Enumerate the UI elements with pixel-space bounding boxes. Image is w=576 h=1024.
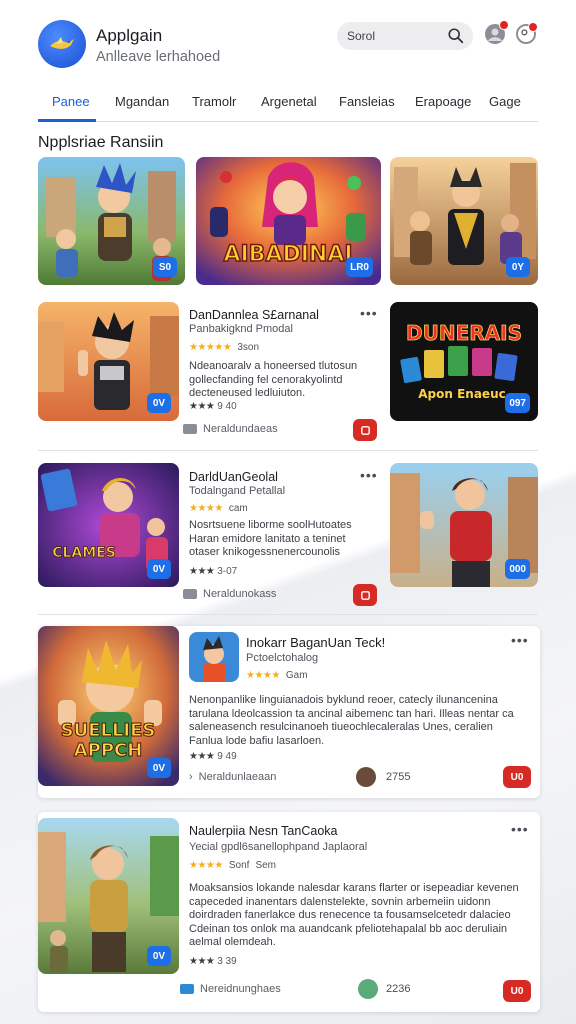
search-icon[interactable] [447, 27, 465, 45]
app-subtitle: Anlleave lerhahoed [96, 49, 221, 65]
app-title: Applgain [96, 26, 163, 45]
notification-badge [528, 22, 538, 32]
search-input[interactable] [347, 29, 443, 43]
settings-icon[interactable] [516, 22, 538, 44]
folder-icon [183, 424, 197, 434]
install-button[interactable]: U0 [503, 980, 531, 1002]
game-tag: S0 [153, 257, 177, 277]
category-tabs: Panee Mgandan Tramolr Argenetal Fansleia… [38, 88, 538, 122]
game-subtitle: Yecial gpdl6sanellophpand Japlaoral [189, 841, 368, 853]
game-title[interactable]: DanDannlea S£arnanal [189, 308, 319, 322]
game-tag: 000 [505, 559, 530, 579]
rating-meta: ★★★ 9 49 [189, 751, 237, 762]
app-logo[interactable] [38, 20, 86, 68]
rating-meta: ★★★ 3 39 [189, 956, 237, 967]
rating-stars: ★★★★ Gam [246, 670, 308, 681]
game-title[interactable]: Inokarr BaganUan Teck! [246, 635, 385, 650]
game-tag: LR0 [346, 257, 373, 277]
featured-game-thumbnail[interactable]: S0 [38, 157, 185, 285]
game-thumbnail[interactable]: SUELLIES APPCH 0V [38, 626, 179, 786]
tab-panee[interactable]: Panee [52, 94, 90, 109]
game-tag: 0Y [506, 257, 530, 277]
game-thumbnail[interactable]: DUNERAIS Apon Enaeuc 097 [390, 302, 538, 421]
rating-stars: ★★★★★ 3son [189, 342, 260, 353]
tab-fansleias[interactable]: Fansleias [339, 94, 395, 109]
game-description: Moaksansios lokande nalesdar karans flar… [189, 882, 519, 948]
chevron-right-icon: › [189, 771, 193, 783]
game-thumbnail[interactable]: 0V [38, 818, 179, 974]
app-header: Applgain Anlleave lerhahoed [0, 0, 576, 80]
player-count: 2755 [386, 771, 411, 783]
rating-stars: ★★★★ cam [189, 503, 248, 514]
featured-game-thumbnail[interactable]: 0Y [390, 157, 538, 285]
more-options-icon[interactable]: ••• [511, 821, 529, 837]
game-art-subtitle: Apon Enaeuc [418, 387, 505, 401]
user-avatar[interactable] [356, 767, 376, 787]
tab-argenetal[interactable]: Argenetal [261, 94, 317, 109]
game-thumbnail[interactable]: CLAMES 0V [38, 463, 179, 587]
developer-label: › Neraldunlaeaan [189, 771, 277, 783]
install-button[interactable]: U0 [503, 766, 531, 788]
game-subtitle: Pctoelctohalog [246, 652, 319, 664]
game-subtitle: Todalngand Petallal [189, 485, 286, 497]
game-icon[interactable] [189, 632, 239, 682]
download-icon [360, 425, 370, 435]
game-thumbnail[interactable]: 000 [390, 463, 538, 587]
developer-label: Neraldundaeas [183, 423, 278, 435]
tab-gage[interactable]: Gage [489, 94, 521, 109]
game-description: Ndeanoaralv a honeersed tlutosun gollecfa… [189, 360, 358, 399]
section-title: Npplsriae Ransiin [38, 134, 164, 151]
more-options-icon[interactable]: ••• [360, 305, 378, 321]
tab-mgandan[interactable]: Mgandan [115, 94, 169, 109]
game-subtitle: Panbakigknd Pmodal [189, 323, 293, 335]
game-tag: 0V [147, 559, 171, 579]
list-divider [38, 614, 538, 615]
game-icon-image [189, 632, 239, 682]
game-art-subtitle: APPCH [74, 740, 143, 761]
controller-icon [180, 984, 194, 994]
game-art-title: CLAMES [52, 545, 116, 561]
game-tag: 0V [147, 946, 171, 966]
developer-label: Neraldunokass [183, 588, 276, 600]
game-description: Nosrtsuene liborme soolHutoates Haran emi… [189, 519, 352, 558]
rating-stars: ★★★★ Sonf Sem [189, 860, 276, 871]
more-options-icon[interactable]: ••• [511, 632, 529, 648]
profile-avatar-icon[interactable] [485, 20, 509, 44]
player-count: 2236 [386, 983, 411, 995]
game-art-title: DUNERAIS [406, 321, 522, 345]
bird-logo-icon [50, 37, 74, 49]
list-divider [38, 450, 538, 451]
tab-erapoage[interactable]: Erapoage [415, 94, 471, 109]
game-tag: 0V [147, 758, 171, 778]
install-button[interactable] [353, 584, 377, 606]
game-title[interactable]: Naulerpiia Nesn TanCaoka [189, 824, 337, 838]
search-bar[interactable] [337, 22, 473, 50]
featured-game-thumbnail[interactable]: AIBADINAI LR0 [196, 157, 381, 285]
download-icon [360, 590, 370, 600]
developer-label: Nereidnunghaes [180, 983, 281, 995]
more-options-icon[interactable]: ••• [360, 467, 378, 483]
tab-tramolr[interactable]: Tramolr [192, 94, 236, 109]
game-art-title: AIBADINAI [223, 242, 352, 267]
active-tab-indicator [38, 119, 96, 122]
game-tag: 097 [505, 393, 530, 413]
user-avatar[interactable] [358, 979, 378, 999]
rating-meta: ★★★ 3-07 [189, 566, 238, 577]
install-button[interactable] [353, 419, 377, 441]
game-tag: 0V [147, 393, 171, 413]
folder-icon [183, 589, 197, 599]
game-title[interactable]: DarldUanGeolal [189, 470, 278, 484]
game-description: Nenonpanlike linguianadois byklund reoer… [189, 694, 514, 747]
game-art-title: SUELLIES [61, 720, 156, 741]
notification-badge [499, 20, 509, 30]
game-thumbnail[interactable]: 0V [38, 302, 179, 421]
rating-meta: ★★★ 9 40 [189, 401, 237, 412]
